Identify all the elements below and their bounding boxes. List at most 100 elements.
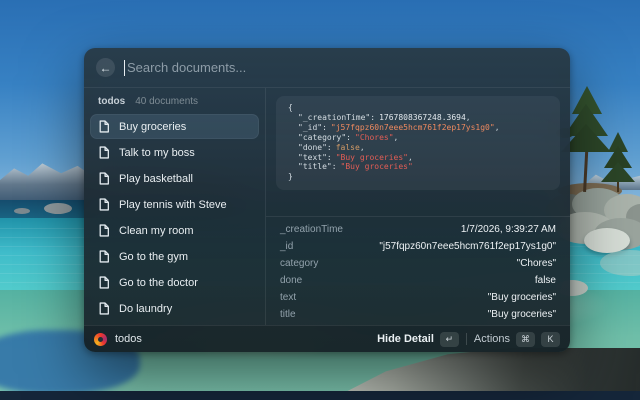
result-item-label: Play tennis with Steve: [119, 199, 227, 211]
detail-key: done: [280, 275, 302, 286]
json-brace: }: [288, 172, 293, 181]
json-colon: :: [322, 123, 327, 132]
app-label: todos: [115, 333, 142, 345]
json-colon: :: [327, 143, 332, 152]
document-icon: [98, 276, 110, 289]
result-item-label: Go to the gym: [119, 251, 188, 263]
json-comma: ,: [394, 133, 399, 142]
sidebar-header: todos 40 documents: [84, 88, 265, 112]
back-button[interactable]: ←: [96, 58, 115, 77]
search-input[interactable]: [127, 60, 558, 75]
k-key-icon: K: [541, 332, 560, 347]
json-colon: :: [346, 133, 351, 142]
result-item-label: Clean my room: [119, 225, 194, 237]
json-line: }: [288, 172, 548, 182]
json-value: "Chores": [355, 133, 394, 142]
document-details: _creationTime1/7/2026, 9:39:27 AM _id "j5…: [266, 217, 570, 325]
json-comma: ,: [495, 123, 500, 132]
json-line: {: [288, 103, 548, 113]
result-item[interactable]: Do laundry: [90, 296, 259, 321]
json-line: "_creationTime":1767808367248.3694,: [288, 113, 548, 123]
command-key-icon: ⌘: [516, 332, 535, 347]
json-comma: ,: [408, 153, 413, 162]
detail-panel: { "_creationTime":1767808367248.3694, "_…: [265, 88, 570, 325]
detail-value: "Buy groceries": [488, 309, 556, 320]
json-colon: :: [327, 153, 332, 162]
distant-rock: [14, 208, 30, 214]
convex-logo-icon: [94, 333, 107, 346]
detail-row: text"Buy groceries": [280, 289, 556, 306]
result-item[interactable]: Play basketball: [90, 166, 259, 191]
detail-key: _creationTime: [280, 224, 343, 235]
results-sidebar: todos 40 documents Buy groceries Talk to…: [84, 88, 265, 325]
detail-row: category "Chores": [280, 255, 556, 272]
json-line: "done": false,: [288, 143, 548, 153]
detail-value: false: [535, 275, 556, 286]
footer-actions: Hide Detail ↵ Actions ⌘ K: [377, 332, 560, 347]
json-value: "Buy groceries": [336, 153, 408, 162]
actions-button[interactable]: Actions ⌘ K: [474, 332, 560, 347]
detail-row: _id "j57fqpz60n7eee5hcm761f2ep17ys1g0": [280, 238, 556, 255]
search-header: ←: [84, 48, 570, 88]
document-icon: [98, 172, 110, 185]
document-count: 40 documents: [135, 96, 198, 107]
result-item-label: Go to the doctor: [119, 277, 198, 289]
json-value: "j57fqpz60n7eee5hcm761f2ep17ys1g0": [331, 123, 495, 132]
json-key: "_id": [298, 123, 322, 132]
document-icon: [98, 250, 110, 263]
json-key: "done": [298, 143, 327, 152]
result-item[interactable]: Buy groceries: [90, 114, 259, 139]
result-item[interactable]: Go to the doctor: [90, 270, 259, 295]
json-value: false: [336, 143, 360, 152]
document-icon: [98, 146, 110, 159]
enter-key-icon: ↵: [440, 332, 459, 347]
json-key: "category": [298, 133, 346, 142]
json-value: "Buy groceries": [341, 162, 413, 171]
detail-value: "Chores": [517, 258, 556, 269]
document-icon: [98, 120, 110, 133]
detail-key: _id: [280, 241, 293, 252]
result-item[interactable]: Talk to my boss: [90, 140, 259, 165]
json-line: "_id": "j57fqpz60n7eee5hcm761f2ep17ys1g0"…: [288, 123, 548, 133]
footer-separator: [466, 333, 467, 345]
desktop: ← todos 40 documents Buy groceries: [0, 0, 640, 400]
dock-strip: [0, 391, 640, 400]
json-line: "category": "Chores",: [288, 133, 548, 143]
window-body: todos 40 documents Buy groceries Talk to…: [84, 88, 570, 325]
logo-hole: [98, 337, 103, 342]
json-preview: { "_creationTime":1767808367248.3694, "_…: [276, 96, 560, 190]
detail-row: title"Buy groceries": [280, 306, 556, 323]
result-list: Buy groceries Talk to my boss Play baske…: [84, 112, 265, 325]
json-comma: ,: [360, 143, 365, 152]
json-brace: {: [288, 103, 293, 112]
result-item-label: Do laundry: [119, 303, 172, 315]
detail-row: _creationTime1/7/2026, 9:39:27 AM: [280, 221, 556, 238]
json-key: "text": [298, 153, 327, 162]
detail-key: text: [280, 292, 296, 303]
detail-row: done false: [280, 272, 556, 289]
distant-rock: [44, 203, 72, 214]
result-item[interactable]: Play tennis with Steve: [90, 192, 259, 217]
detail-key: category: [280, 258, 318, 269]
json-line: "text": "Buy groceries",: [288, 153, 548, 163]
result-item-label: Buy groceries: [119, 121, 186, 133]
result-item[interactable]: Go to the gym: [90, 244, 259, 269]
detail-value: "j57fqpz60n7eee5hcm761f2ep17ys1g0": [379, 241, 556, 252]
white-boulder: [584, 228, 630, 253]
document-icon: [98, 224, 110, 237]
result-item[interactable]: Clean my room: [90, 218, 259, 243]
panel-spacer: [266, 190, 570, 216]
json-comma: ,: [466, 113, 471, 122]
json-value: 1767808367248.3694: [379, 113, 466, 122]
search-window: ← todos 40 documents Buy groceries: [84, 48, 570, 352]
collection-name: todos: [98, 96, 125, 107]
back-arrow-icon: ←: [100, 61, 112, 75]
document-icon: [98, 302, 110, 315]
status-bar: todos Hide Detail ↵ Actions ⌘ K: [84, 325, 570, 352]
json-line: "title": "Buy groceries": [288, 162, 548, 172]
json-key: "title": [298, 162, 332, 171]
json-colon: :: [332, 162, 337, 171]
hide-detail-button[interactable]: Hide Detail ↵: [377, 332, 459, 347]
actions-label: Actions: [474, 333, 510, 345]
hide-detail-label: Hide Detail: [377, 333, 434, 345]
